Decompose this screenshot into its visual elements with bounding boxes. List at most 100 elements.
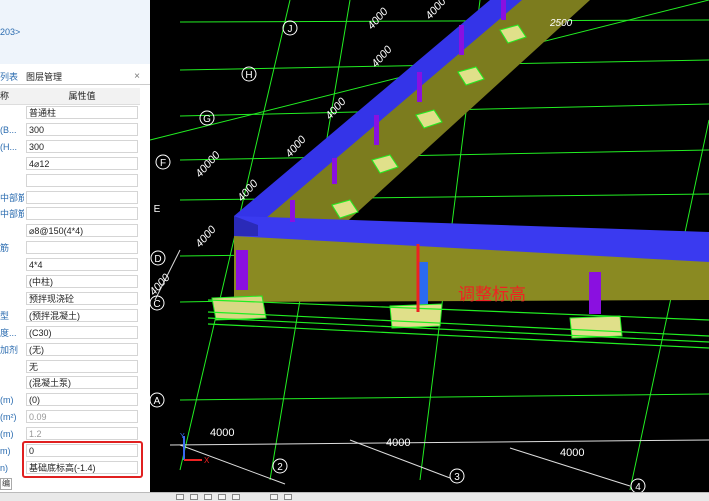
svg-text:40000: 40000: [193, 149, 223, 180]
svg-text:G: G: [203, 114, 211, 125]
property-value-field[interactable]: (中柱): [26, 275, 138, 288]
model-canvas: 调整标高 J H G F E D C A 2 3 4 4000 4000 400…: [150, 0, 709, 492]
svg-text:E: E: [154, 204, 161, 215]
property-row: 中部筋: [0, 190, 140, 207]
svg-text:4000: 4000: [150, 271, 173, 298]
property-row: (B... 300: [0, 122, 140, 139]
tab-property-list[interactable]: 列表: [0, 70, 18, 84]
annotation-label: 调整标高: [458, 285, 526, 304]
3d-viewport[interactable]: 调整标高 J H G F E D C A 2 3 4 4000 4000 400…: [150, 0, 709, 492]
property-value-field[interactable]: (混凝土泵): [26, 376, 138, 390]
property-row: (m) (0): [0, 392, 140, 409]
svg-text:4000: 4000: [560, 447, 584, 459]
bottom-tab[interactable]: 编: [0, 478, 12, 490]
property-row: (H... 300: [0, 139, 140, 156]
svg-text:4000: 4000: [365, 5, 391, 32]
property-row: 普通柱: [0, 105, 140, 122]
property-row: 无: [0, 359, 140, 376]
property-row: ⌀8@150(4*4): [0, 223, 140, 240]
property-row: [0, 173, 140, 190]
property-value-field[interactable]: 1.2: [26, 427, 138, 441]
column: [236, 250, 248, 290]
tab-layer-manager[interactable]: 图层管理: [26, 70, 62, 84]
property-value-field[interactable]: 0.09: [26, 410, 138, 424]
property-row: (混凝土泵): [0, 375, 140, 392]
svg-text:3: 3: [454, 472, 460, 483]
property-value-field[interactable]: (0): [26, 393, 138, 407]
property-name: (B...: [0, 124, 17, 135]
svg-text:Y: Y: [180, 433, 185, 440]
toolbar-button[interactable]: [232, 494, 240, 500]
toolbar-button[interactable]: [204, 494, 212, 500]
property-row: 预拌现浇砼: [0, 291, 140, 308]
col-header-name: 称: [0, 91, 10, 101]
property-name: n): [0, 462, 9, 473]
property-value-field[interactable]: 预拌现浇砼: [26, 291, 138, 305]
svg-text:4000: 4000: [423, 0, 449, 22]
svg-text:D: D: [154, 254, 161, 265]
property-name: 中部筋: [0, 209, 24, 220]
svg-text:J: J: [288, 24, 293, 35]
property-panel: 203> 列表 图层管理 × 称 属性值 普通柱 (B... 300 (H... 300…: [0, 0, 151, 492]
svg-text:C: C: [153, 299, 160, 310]
property-row: 中部筋: [0, 206, 140, 223]
dimension-top: 2500: [549, 18, 573, 29]
svg-text:2: 2: [277, 462, 283, 473]
property-value-field[interactable]: 普通柱: [26, 106, 138, 119]
toolbar-button[interactable]: [218, 494, 226, 500]
svg-text:4000: 4000: [386, 437, 410, 449]
property-name: 型: [0, 310, 10, 321]
property-row: (m²) 0.09: [0, 409, 140, 426]
svg-text:4000: 4000: [193, 223, 219, 250]
property-value-field[interactable]: [26, 190, 138, 204]
elevation-highlight-box: [22, 441, 143, 478]
svg-text:F: F: [160, 158, 166, 169]
strip-foundation: [207, 299, 709, 349]
svg-text:4000: 4000: [323, 95, 349, 122]
breadcrumb[interactable]: 203>: [0, 26, 20, 38]
property-value-field[interactable]: (C30): [26, 325, 138, 339]
property-row: 4⌀12: [0, 156, 140, 173]
property-row: 加剂 (无): [0, 342, 140, 359]
property-value-field[interactable]: 无: [26, 359, 138, 373]
property-row: (中柱): [0, 274, 140, 291]
property-value-field[interactable]: (预拌混凝土): [26, 308, 138, 322]
property-name: m): [0, 446, 11, 456]
toolbar-button[interactable]: [284, 494, 292, 500]
svg-text:X: X: [204, 456, 210, 465]
property-table-header: 称 属性值: [0, 88, 140, 105]
property-name: (m): [0, 395, 14, 406]
property-name: 加剂: [0, 344, 19, 355]
property-value-field[interactable]: 4⌀12: [26, 156, 138, 170]
toolbar-button[interactable]: [190, 494, 198, 500]
panel-header-band: [0, 0, 150, 64]
toolbar-button[interactable]: [176, 494, 184, 500]
property-row: 筋: [0, 240, 140, 257]
property-row: 型 (预拌混凝土): [0, 308, 140, 325]
property-value-field[interactable]: 300: [26, 122, 138, 136]
property-value-field[interactable]: 300: [26, 139, 138, 153]
property-name: (m): [0, 429, 14, 440]
svg-text:A: A: [154, 396, 161, 407]
property-name: 筋: [0, 243, 10, 254]
svg-text:H: H: [245, 70, 252, 81]
property-name: (H...: [0, 141, 17, 152]
property-value-field[interactable]: (无): [26, 342, 138, 356]
panel-tabs: 列表 图层管理 ×: [0, 70, 150, 85]
property-name: (m²): [0, 412, 17, 423]
property-row: 4*4: [0, 257, 140, 274]
property-value-field[interactable]: [26, 173, 138, 187]
property-value-field[interactable]: 4*4: [26, 258, 138, 272]
close-icon[interactable]: ×: [134, 70, 140, 84]
toolbar-button[interactable]: [270, 494, 278, 500]
property-value-field[interactable]: [26, 207, 138, 221]
svg-text:4000: 4000: [210, 427, 234, 439]
property-name: 中部筋: [0, 192, 24, 203]
column: [589, 272, 601, 314]
property-value-field[interactable]: [26, 241, 138, 255]
col-header-value: 属性值: [68, 91, 96, 101]
axis-triad: Y X: [180, 433, 210, 465]
property-row: 度... (C30): [0, 325, 140, 342]
svg-text:4: 4: [635, 482, 641, 492]
property-value-field[interactable]: ⌀8@150(4*4): [26, 224, 138, 238]
